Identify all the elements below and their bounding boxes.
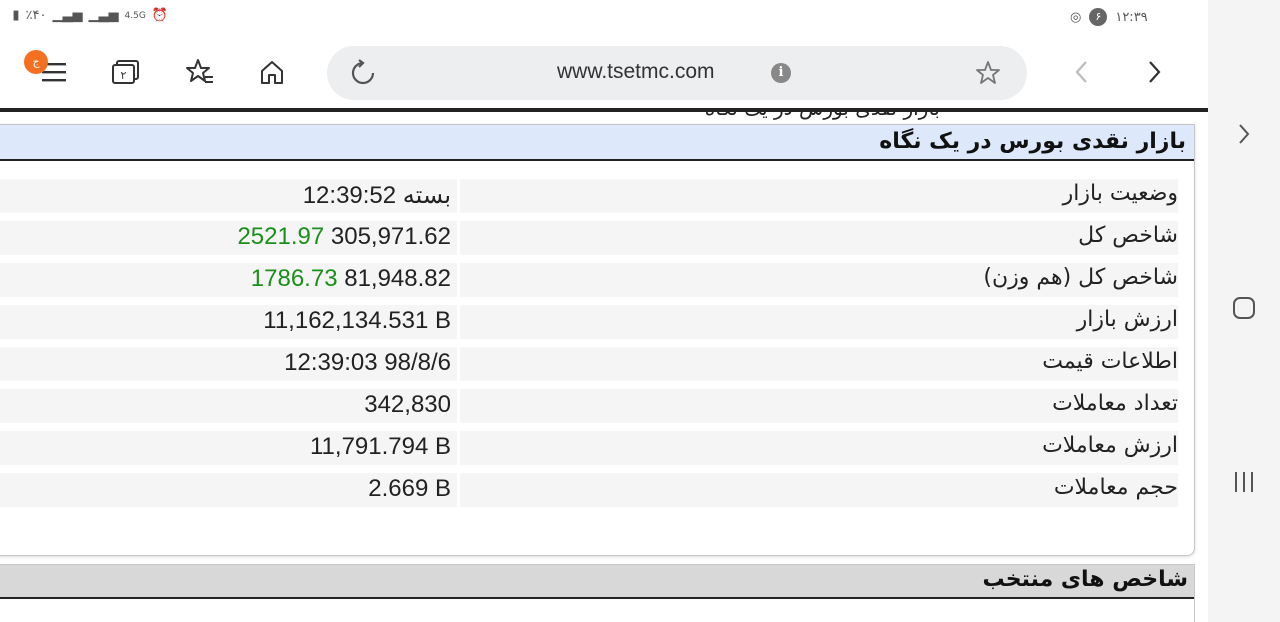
chevron-right-icon	[1149, 61, 1161, 83]
url-text[interactable]: www.tsetmc.com	[557, 60, 715, 84]
market-overview-panel: بازار نقدی بورس در یک نگاه وضعیت بازار 1…	[0, 124, 1195, 556]
home-button[interactable]	[254, 54, 290, 90]
table-row: ارزش بازار 11,162,134.531 B	[0, 301, 1196, 341]
menu-badge: ج	[24, 50, 48, 74]
table-row: تعداد معاملات 342,830	[0, 385, 1196, 425]
value-cell: 2.669 B	[0, 473, 457, 507]
panel-header: بازار نقدی بورس در یک نگاه	[0, 125, 1194, 161]
notification-count: ۶	[1089, 8, 1108, 26]
battery-text: ٪۴۰	[25, 8, 47, 23]
web-page: بازار نقدی بورس در یک نگاه بازار نقدی بو…	[0, 108, 1208, 622]
value-cell: 12:39:03 98/8/6	[0, 347, 457, 381]
network-type: 4.5G	[124, 10, 146, 21]
menu-button[interactable]: ج	[24, 50, 72, 90]
rounded-square-icon	[1233, 297, 1255, 319]
back-button[interactable]	[1064, 54, 1100, 90]
signal-icon: ▁▃▅	[52, 8, 83, 23]
label-cell: شاخص کل (هم وزن)	[460, 263, 1178, 297]
label-cell: ارزش بازار	[460, 305, 1178, 339]
value-cell: 2521.97 305,971.62	[0, 221, 457, 255]
label-cell: شاخص کل	[460, 221, 1178, 255]
bookmarks-star-icon	[186, 59, 213, 83]
reload-button[interactable]	[345, 55, 381, 91]
clock: ۱۲:۳۹	[1115, 9, 1148, 25]
value-cell: 12:39:52 بسته	[0, 179, 457, 213]
panel-title: شاخص های منتخب	[982, 567, 1189, 592]
browser-toolbar: ج ۲ www.tsetmc.com i	[0, 36, 1208, 108]
nav-expand-button[interactable]	[1226, 116, 1262, 152]
recents-icon	[1235, 472, 1253, 492]
address-bar[interactable]: www.tsetmc.com i	[327, 46, 1027, 100]
label-cell: وضعیت بازار	[460, 179, 1178, 213]
table-row: حجم معاملات 2.669 B	[0, 469, 1196, 509]
market-time: 12:39:52	[302, 182, 397, 209]
label-cell: تعداد معاملات	[460, 389, 1178, 423]
signal-icon-2: ▁▃▅	[88, 8, 119, 23]
value-cell: 1786.73 81,948.82	[0, 263, 457, 297]
index-value: 305,971.62	[330, 223, 451, 250]
table-row: شاخص کل (هم وزن) 1786.73 81,948.82	[0, 259, 1196, 299]
table-row: اطلاعات قیمت 12:39:03 98/8/6	[0, 343, 1196, 383]
label-cell: اطلاعات قیمت	[460, 347, 1178, 381]
system-home-button[interactable]	[1226, 290, 1262, 326]
tabs-icon: ۲	[112, 60, 139, 84]
status-right: ◎ ۶ ۱۲:۳۹	[1070, 8, 1148, 26]
bookmarks-button[interactable]	[182, 54, 218, 90]
reload-icon	[351, 59, 375, 85]
site-info-icon[interactable]: i	[771, 63, 791, 83]
status-indicators: ▮ ٪۴۰ ▁▃▅ ▁▃▅ 4.5G ⏰	[12, 8, 168, 23]
add-bookmark-button[interactable]	[973, 58, 1003, 88]
alarm-icon: ⏰	[151, 8, 168, 23]
system-nav-bar	[1208, 0, 1280, 622]
forward-button[interactable]	[1136, 54, 1172, 90]
index-change: 2521.97	[237, 223, 325, 250]
table-row: شاخص کل 2521.97 305,971.62	[0, 217, 1196, 257]
table-row: ارزش معاملات 11,791.794 B	[0, 427, 1196, 467]
panel-title: بازار نقدی بورس در یک نگاه	[879, 129, 1186, 154]
panel-header: شاخص های منتخب	[0, 565, 1194, 599]
selected-indices-panel: شاخص های منتخب	[0, 564, 1195, 622]
home-icon	[261, 61, 283, 84]
tabs-button[interactable]: ۲	[108, 54, 144, 90]
chevron-left-icon	[1075, 61, 1087, 83]
chevron-right-icon	[1239, 124, 1250, 144]
status-bar: ▮ ٪۴۰ ▁▃▅ ▁▃▅ 4.5G ⏰ ◎ ۶ ۱۲:۳۹	[0, 0, 1208, 36]
system-recents-button[interactable]	[1226, 464, 1262, 500]
market-status: بسته	[402, 182, 451, 209]
value-cell: 11,791.794 B	[0, 431, 457, 465]
label-cell: ارزش معاملات	[460, 431, 1178, 465]
tabs-count: ۲	[121, 69, 127, 82]
table-row: وضعیت بازار 12:39:52 بسته	[0, 175, 1196, 215]
index-value: 81,948.82	[344, 265, 451, 292]
divider	[0, 108, 1208, 112]
star-icon	[976, 61, 1000, 84]
index-change: 1786.73	[250, 265, 338, 292]
value-cell: 11,162,134.531 B	[0, 305, 457, 339]
sync-icon: ◎	[1070, 9, 1082, 25]
battery-icon: ▮	[12, 8, 20, 23]
value-cell: 342,830	[0, 389, 457, 423]
label-cell: حجم معاملات	[460, 473, 1178, 507]
